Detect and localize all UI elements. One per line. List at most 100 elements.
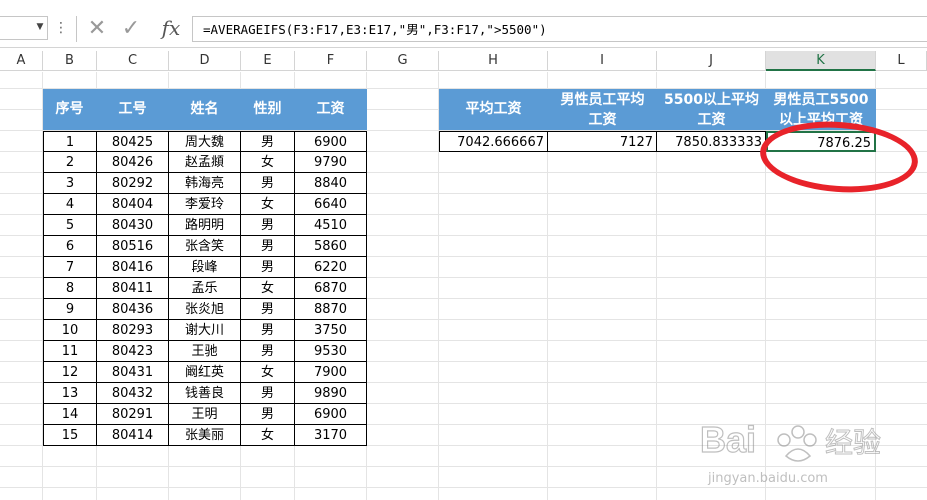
employee-cell[interactable]: 6220 bbox=[295, 257, 367, 278]
employee-cell[interactable]: 2 bbox=[43, 152, 97, 173]
more-options-icon[interactable]: ⋮ bbox=[54, 18, 68, 38]
insert-function-button[interactable]: fx bbox=[156, 14, 186, 42]
column-header-a[interactable]: A bbox=[0, 51, 43, 71]
summary-header-cell[interactable]: 平均工资 bbox=[439, 89, 548, 130]
employee-header-cell[interactable]: 性别 bbox=[241, 89, 295, 130]
summary-header-cell[interactable]: 男性员工平均 工资 bbox=[548, 89, 657, 130]
enter-icon[interactable]: ✓ bbox=[118, 16, 144, 42]
employee-cell[interactable]: 钱善良 bbox=[169, 383, 241, 404]
employee-cell[interactable]: 张含笑 bbox=[169, 236, 241, 257]
column-header-b[interactable]: B bbox=[43, 51, 97, 71]
chevron-down-icon[interactable]: ▼ bbox=[34, 18, 46, 36]
column-header-h[interactable]: H bbox=[439, 51, 548, 71]
employee-cell[interactable]: 6900 bbox=[295, 131, 367, 152]
column-header-e[interactable]: E bbox=[241, 51, 295, 71]
column-header-j[interactable]: J bbox=[657, 51, 766, 71]
employee-cell[interactable]: 80292 bbox=[97, 173, 169, 194]
employee-cell[interactable]: 7900 bbox=[295, 362, 367, 383]
employee-cell[interactable]: 80432 bbox=[97, 383, 169, 404]
employee-cell[interactable]: 6870 bbox=[295, 278, 367, 299]
employee-cell[interactable]: 11 bbox=[43, 341, 97, 362]
employee-cell[interactable]: 80516 bbox=[97, 236, 169, 257]
summary-value-cell[interactable]: 7850.833333 bbox=[657, 131, 766, 152]
employee-header-cell[interactable]: 工号 bbox=[97, 89, 169, 130]
employee-cell[interactable]: 7 bbox=[43, 257, 97, 278]
column-header-f[interactable]: F bbox=[295, 51, 367, 71]
column-header-i[interactable]: I bbox=[548, 51, 657, 71]
employee-cell[interactable]: 3170 bbox=[295, 425, 367, 446]
employee-cell[interactable]: 9790 bbox=[295, 152, 367, 173]
employee-cell[interactable]: 8 bbox=[43, 278, 97, 299]
employee-cell[interactable]: 孟乐 bbox=[169, 278, 241, 299]
employee-cell[interactable]: 9890 bbox=[295, 383, 367, 404]
employee-cell[interactable]: 女 bbox=[241, 425, 295, 446]
summary-header-cell[interactable]: 5500以上平均 工资 bbox=[657, 89, 766, 130]
employee-cell[interactable]: 男 bbox=[241, 215, 295, 236]
summary-value-cell[interactable]: 7042.666667 bbox=[439, 131, 548, 152]
summary-value-cell[interactable]: 7127 bbox=[548, 131, 657, 152]
employee-cell[interactable]: 9 bbox=[43, 299, 97, 320]
employee-cell[interactable]: 80411 bbox=[97, 278, 169, 299]
employee-cell[interactable]: 6640 bbox=[295, 194, 367, 215]
employee-cell[interactable]: 80423 bbox=[97, 341, 169, 362]
column-header-d[interactable]: D bbox=[169, 51, 241, 71]
employee-cell[interactable]: 男 bbox=[241, 257, 295, 278]
employee-cell[interactable]: 80404 bbox=[97, 194, 169, 215]
employee-cell[interactable]: 5860 bbox=[295, 236, 367, 257]
employee-cell[interactable]: 8840 bbox=[295, 173, 367, 194]
employee-cell[interactable]: 女 bbox=[241, 194, 295, 215]
employee-cell[interactable]: 80414 bbox=[97, 425, 169, 446]
cancel-icon[interactable]: ✕ bbox=[84, 16, 110, 42]
employee-cell[interactable]: 路明明 bbox=[169, 215, 241, 236]
employee-cell[interactable]: 女 bbox=[241, 278, 295, 299]
employee-cell[interactable]: 80291 bbox=[97, 404, 169, 425]
employee-cell[interactable]: 8870 bbox=[295, 299, 367, 320]
employee-cell[interactable]: 男 bbox=[241, 299, 295, 320]
employee-cell[interactable]: 4510 bbox=[295, 215, 367, 236]
employee-cell[interactable]: 男 bbox=[241, 131, 295, 152]
employee-cell[interactable]: 男 bbox=[241, 173, 295, 194]
employee-cell[interactable]: 4 bbox=[43, 194, 97, 215]
formula-input[interactable]: =AVERAGEIFS(F3:F17,E3:E17,"男",F3:F17,">5… bbox=[192, 16, 927, 42]
employee-cell[interactable]: 王明 bbox=[169, 404, 241, 425]
employee-cell[interactable]: 80430 bbox=[97, 215, 169, 236]
employee-cell[interactable]: 80426 bbox=[97, 152, 169, 173]
employee-cell[interactable]: 6900 bbox=[295, 404, 367, 425]
employee-cell[interactable]: 李爱玲 bbox=[169, 194, 241, 215]
employee-cell[interactable]: 5 bbox=[43, 215, 97, 236]
employee-cell[interactable]: 谢大川 bbox=[169, 320, 241, 341]
employee-cell[interactable]: 9530 bbox=[295, 341, 367, 362]
employee-cell[interactable]: 80436 bbox=[97, 299, 169, 320]
employee-cell[interactable]: 张美丽 bbox=[169, 425, 241, 446]
employee-cell[interactable]: 段峰 bbox=[169, 257, 241, 278]
employee-header-cell[interactable]: 序号 bbox=[43, 89, 97, 130]
employee-cell[interactable]: 80416 bbox=[97, 257, 169, 278]
employee-cell[interactable]: 赵孟頫 bbox=[169, 152, 241, 173]
employee-cell[interactable]: 3 bbox=[43, 173, 97, 194]
employee-cell[interactable]: 13 bbox=[43, 383, 97, 404]
column-header-k[interactable]: K bbox=[766, 51, 876, 71]
column-header-g[interactable]: G bbox=[367, 51, 439, 71]
employee-cell[interactable]: 男 bbox=[241, 236, 295, 257]
employee-header-cell[interactable]: 姓名 bbox=[169, 89, 241, 130]
employee-cell[interactable]: 周大魏 bbox=[169, 131, 241, 152]
employee-cell[interactable]: 阚红英 bbox=[169, 362, 241, 383]
employee-cell[interactable]: 女 bbox=[241, 362, 295, 383]
employee-cell[interactable]: 14 bbox=[43, 404, 97, 425]
employee-cell[interactable]: 80293 bbox=[97, 320, 169, 341]
employee-cell[interactable]: 男 bbox=[241, 383, 295, 404]
employee-cell[interactable]: 张炎旭 bbox=[169, 299, 241, 320]
employee-cell[interactable]: 15 bbox=[43, 425, 97, 446]
column-header-c[interactable]: C bbox=[97, 51, 169, 71]
employee-cell[interactable]: 男 bbox=[241, 404, 295, 425]
employee-cell[interactable]: 80425 bbox=[97, 131, 169, 152]
employee-cell[interactable]: 10 bbox=[43, 320, 97, 341]
employee-cell[interactable]: 1 bbox=[43, 131, 97, 152]
employee-header-cell[interactable]: 工资 bbox=[295, 89, 367, 130]
employee-cell[interactable]: 6 bbox=[43, 236, 97, 257]
employee-cell[interactable]: 3750 bbox=[295, 320, 367, 341]
employee-cell[interactable]: 12 bbox=[43, 362, 97, 383]
employee-cell[interactable]: 女 bbox=[241, 152, 295, 173]
employee-cell[interactable]: 韩海亮 bbox=[169, 173, 241, 194]
employee-cell[interactable]: 王驰 bbox=[169, 341, 241, 362]
